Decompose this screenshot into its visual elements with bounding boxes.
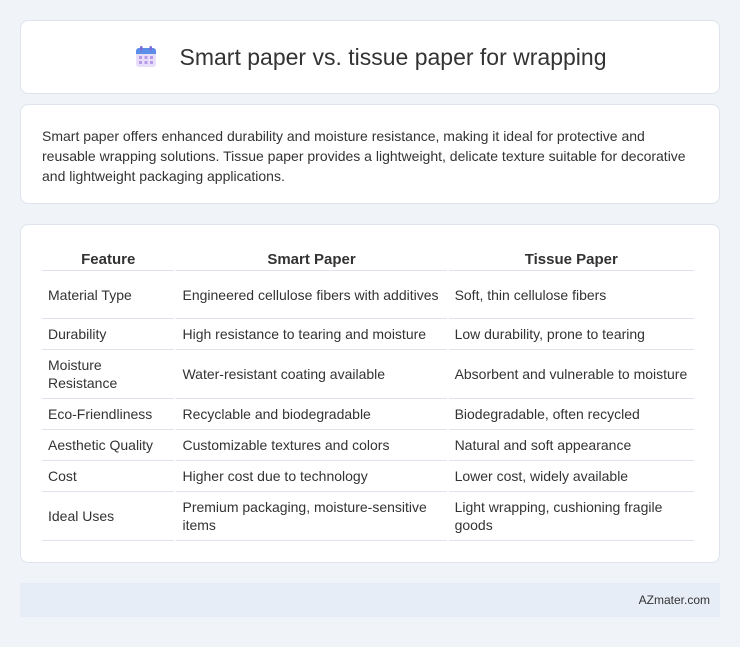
feature-cell: Material Type: [42, 271, 175, 319]
smart-paper-cell: Engineered cellulose fibers with additiv…: [176, 271, 447, 319]
comparison-table: Feature Smart Paper Tissue Paper Materia…: [40, 245, 696, 541]
table-row: Ideal Uses Premium packaging, moisture-s…: [42, 492, 694, 541]
table-header-row: Feature Smart Paper Tissue Paper: [42, 245, 694, 271]
calendar-icon: [134, 45, 158, 69]
smart-paper-cell: Higher cost due to technology: [176, 461, 447, 492]
comparison-table-card: Feature Smart Paper Tissue Paper Materia…: [20, 224, 720, 563]
description-card: Smart paper offers enhanced durability a…: [20, 104, 720, 204]
feature-cell: Moisture Resistance: [42, 350, 175, 399]
tissue-paper-cell: Low durability, prone to tearing: [448, 319, 694, 350]
table-row: Material Type Engineered cellulose fiber…: [42, 271, 694, 319]
header-smart-paper: Smart Paper: [176, 245, 447, 271]
tissue-paper-cell: Natural and soft appearance: [448, 430, 694, 461]
smart-paper-cell: High resistance to tearing and moisture: [176, 319, 447, 350]
title-card: Smart paper vs. tissue paper for wrappin…: [20, 20, 720, 94]
table-row: Moisture Resistance Water-resistant coat…: [42, 350, 694, 399]
tissue-paper-cell: Absorbent and vulnerable to moisture: [448, 350, 694, 399]
smart-paper-cell: Customizable textures and colors: [176, 430, 447, 461]
description-text: Smart paper offers enhanced durability a…: [42, 128, 686, 184]
table-row: Cost Higher cost due to technology Lower…: [42, 461, 694, 492]
feature-cell: Ideal Uses: [42, 492, 175, 541]
tissue-paper-cell: Biodegradable, often recycled: [448, 399, 694, 430]
table-row: Eco-Friendliness Recyclable and biodegra…: [42, 399, 694, 430]
table-row: Aesthetic Quality Customizable textures …: [42, 430, 694, 461]
tissue-paper-cell: Lower cost, widely available: [448, 461, 694, 492]
smart-paper-cell: Recyclable and biodegradable: [176, 399, 447, 430]
feature-cell: Eco-Friendliness: [42, 399, 175, 430]
table-row: Durability High resistance to tearing an…: [42, 319, 694, 350]
header-feature: Feature: [42, 245, 175, 271]
footer: AZmater.com: [20, 583, 720, 617]
tissue-paper-cell: Soft, thin cellulose fibers: [448, 271, 694, 319]
feature-cell: Cost: [42, 461, 175, 492]
feature-cell: Aesthetic Quality: [42, 430, 175, 461]
smart-paper-cell: Premium packaging, moisture-sensitive it…: [176, 492, 447, 541]
tissue-paper-cell: Light wrapping, cushioning fragile goods: [448, 492, 694, 541]
feature-cell: Durability: [42, 319, 175, 350]
smart-paper-cell: Water-resistant coating available: [176, 350, 447, 399]
header-tissue-paper: Tissue Paper: [448, 245, 694, 271]
footer-site-link[interactable]: AZmater.com: [639, 593, 710, 607]
page-title: Smart paper vs. tissue paper for wrappin…: [179, 43, 607, 70]
